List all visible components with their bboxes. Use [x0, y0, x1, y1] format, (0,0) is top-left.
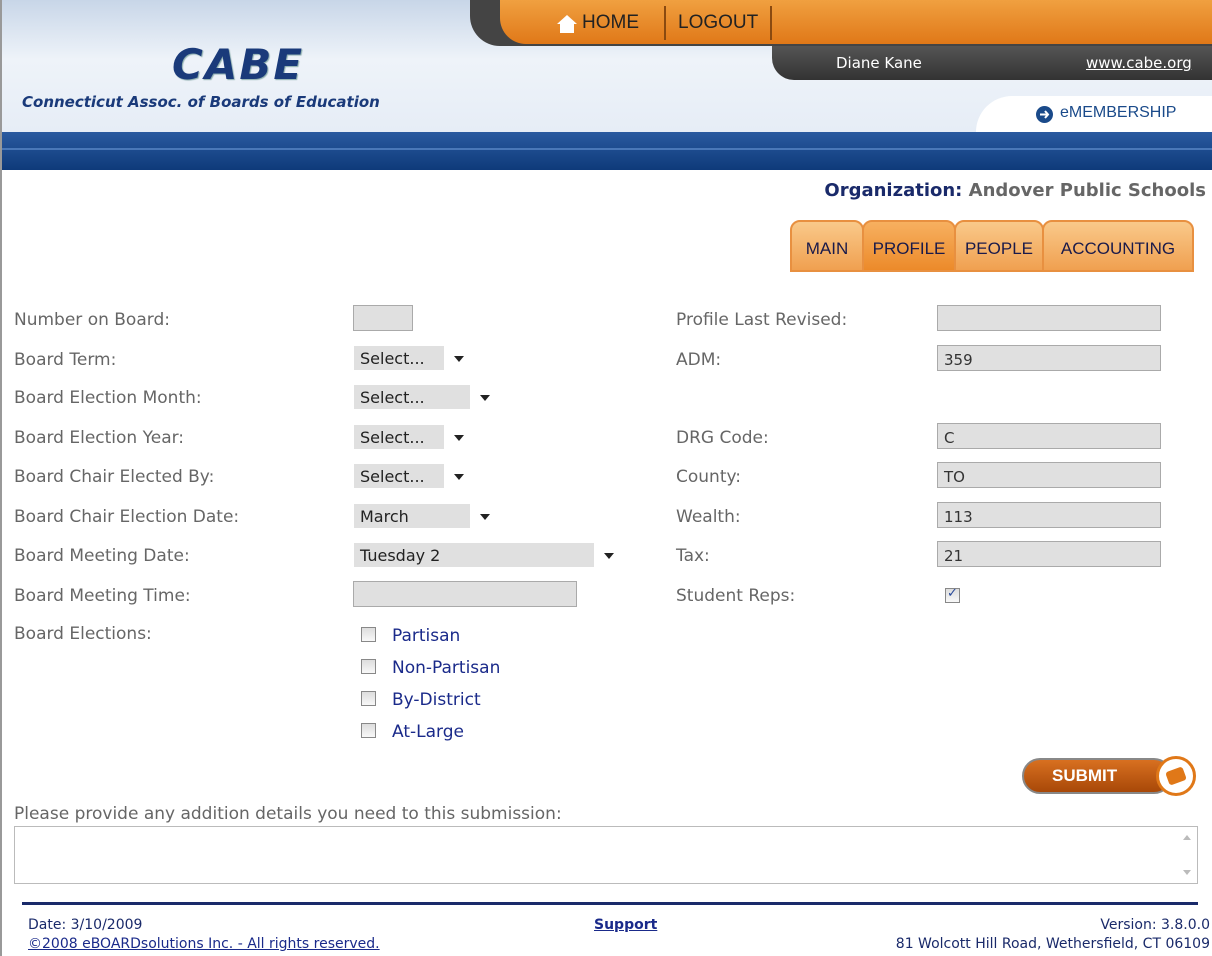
county-input[interactable]: TO: [937, 462, 1161, 488]
number-on-board-input[interactable]: [353, 305, 413, 331]
membership-label[interactable]: eMEMBERSHIP: [1060, 104, 1176, 122]
board-election-year-value: Select...: [360, 428, 425, 447]
board-meeting-date-select[interactable]: Tuesday 2: [353, 542, 621, 568]
site-link[interactable]: www.cabe.org: [1086, 54, 1192, 72]
chevron-down-icon: [604, 553, 614, 559]
non-partisan-label: Non-Partisan: [392, 658, 501, 678]
board-chair-election-date-value: March: [360, 507, 409, 526]
board-chair-elected-by-select[interactable]: Select...: [353, 463, 471, 489]
submit-button[interactable]: SUBMIT: [1022, 758, 1172, 794]
chevron-down-icon: [480, 395, 490, 401]
details-textarea[interactable]: [14, 826, 1198, 884]
board-term-label: Board Term:: [14, 350, 117, 370]
home-link[interactable]: HOME: [582, 12, 639, 34]
footer-divider: [22, 902, 1198, 905]
chevron-down-icon: [480, 514, 490, 520]
tab-accounting[interactable]: ACCOUNTING: [1042, 220, 1194, 272]
by-district-checkbox[interactable]: [361, 691, 376, 706]
adm-label: ADM:: [676, 350, 722, 370]
board-meeting-date-label: Board Meeting Date:: [14, 546, 190, 566]
logout-link[interactable]: LOGOUT: [678, 12, 758, 34]
chevron-down-icon: [454, 435, 464, 441]
board-chair-election-date-select[interactable]: March: [353, 503, 497, 529]
student-reps-checkbox[interactable]: [945, 586, 960, 603]
logo-subtitle: Connecticut Assoc. of Boards of Educatio…: [22, 93, 380, 111]
arrow-circle-icon: [1036, 106, 1053, 123]
logo: CABE: [172, 40, 305, 89]
tax-label: Tax:: [676, 546, 710, 566]
organization: Organization: Andover Public Schools: [824, 180, 1206, 201]
board-meeting-time-input[interactable]: [353, 581, 577, 607]
chevron-down-icon: [454, 474, 464, 480]
board-chair-elected-by-value: Select...: [360, 467, 425, 486]
drg-code-input[interactable]: C: [937, 423, 1161, 449]
board-election-month-select[interactable]: Select...: [353, 384, 497, 410]
banner-line: [2, 148, 1212, 150]
board-elections-label: Board Elections:: [14, 624, 152, 644]
tab-bar: MAIN PROFILE PEOPLE ACCOUNTING: [790, 220, 1194, 272]
footer-date: Date: 3/10/2009: [28, 917, 143, 933]
nav-divider: [664, 6, 666, 40]
at-large-label: At-Large: [392, 722, 464, 742]
nav-divider: [770, 6, 772, 40]
wealth-input[interactable]: 113: [937, 502, 1161, 528]
number-on-board-label: Number on Board:: [14, 310, 170, 330]
scroll-up-icon[interactable]: [1183, 835, 1191, 840]
at-large-checkbox[interactable]: [361, 723, 376, 738]
details-label: Please provide any addition details you …: [14, 804, 562, 824]
tab-profile[interactable]: PROFILE: [862, 220, 956, 272]
profile-last-revised-input[interactable]: [937, 305, 1161, 331]
board-election-month-value: Select...: [360, 388, 425, 407]
board-meeting-date-value: Tuesday 2: [360, 546, 441, 565]
board-chair-election-date-label: Board Chair Election Date:: [14, 507, 240, 527]
partisan-checkbox[interactable]: [361, 627, 376, 642]
profile-last-revised-label: Profile Last Revised:: [676, 310, 848, 330]
wealth-label: Wealth:: [676, 507, 741, 527]
board-term-select[interactable]: Select...: [353, 345, 471, 371]
scroll-down-icon[interactable]: [1183, 870, 1191, 875]
footer-copyright-link[interactable]: ©2008 eBOARDsolutions Inc. - All rights …: [28, 936, 380, 952]
board-election-month-label: Board Election Month:: [14, 388, 202, 408]
chevron-down-icon: [454, 356, 464, 362]
tax-input[interactable]: 21: [937, 541, 1161, 567]
board-election-year-label: Board Election Year:: [14, 428, 185, 448]
board-meeting-time-label: Board Meeting Time:: [14, 586, 191, 606]
by-district-label: By-District: [392, 690, 481, 710]
county-label: County:: [676, 467, 742, 487]
support-link[interactable]: Support: [594, 917, 657, 933]
blue-banner: [2, 132, 1212, 170]
drg-code-label: DRG Code:: [676, 428, 769, 448]
footer-address: 81 Wolcott Hill Road, Wethersfield, CT 0…: [895, 936, 1210, 952]
partisan-label: Partisan: [392, 626, 461, 646]
adm-input[interactable]: 359: [937, 345, 1161, 371]
board-term-value: Select...: [360, 349, 425, 368]
tab-people[interactable]: PEOPLE: [954, 220, 1044, 272]
board-election-year-select[interactable]: Select...: [353, 424, 471, 450]
organization-label: Organization:: [824, 180, 963, 201]
footer-version: Version: 3.8.0.0: [1100, 917, 1210, 933]
tab-main[interactable]: MAIN: [790, 220, 864, 272]
pencil-icon[interactable]: [1156, 756, 1196, 796]
non-partisan-checkbox[interactable]: [361, 659, 376, 674]
home-icon[interactable]: [556, 14, 578, 34]
user-name: Diane Kane: [836, 54, 922, 72]
board-chair-elected-by-label: Board Chair Elected By:: [14, 467, 215, 487]
student-reps-label: Student Reps:: [676, 586, 796, 606]
organization-name: Andover Public Schools: [968, 180, 1206, 201]
